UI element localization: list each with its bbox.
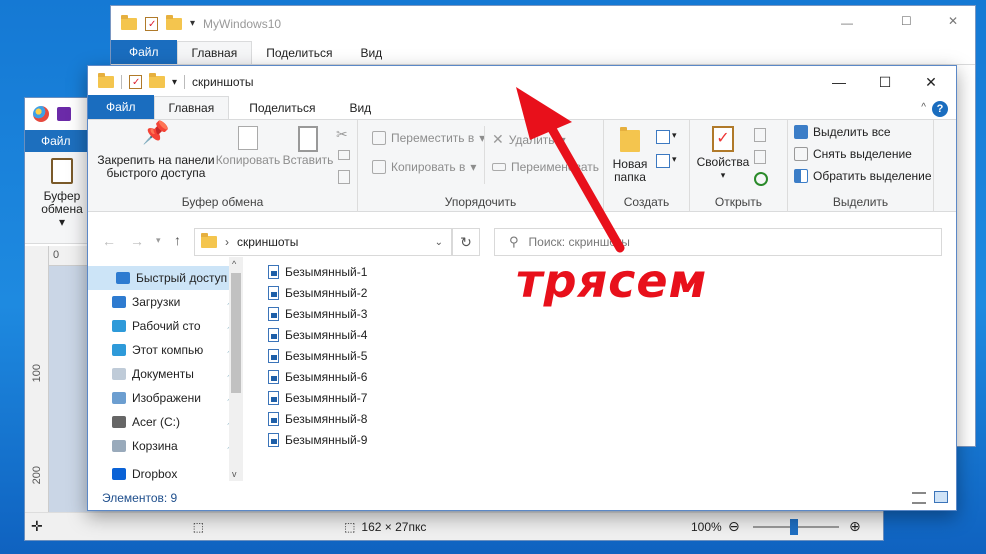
- annotation-text: трясем: [516, 254, 708, 308]
- annotation-arrow: [516, 87, 625, 253]
